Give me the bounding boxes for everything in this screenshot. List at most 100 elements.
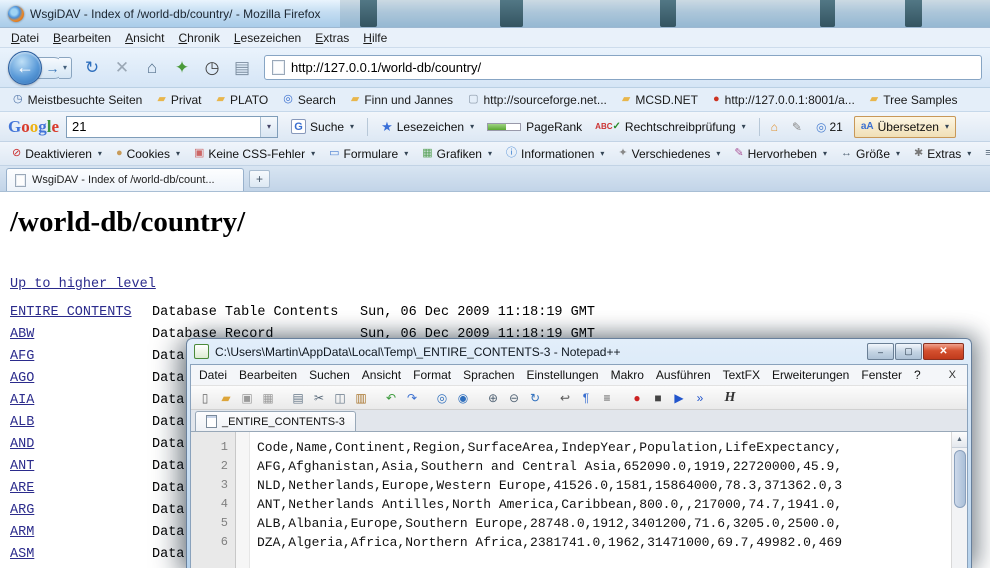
scrollbar-thumb[interactable] (954, 450, 966, 508)
translate-button[interactable]: aA Übersetzen (854, 116, 956, 138)
webdev-menu-item[interactable]: ▦ Grafiken (416, 145, 498, 163)
menu-item[interactable]: Makro (605, 366, 650, 384)
save-icon[interactable]: ▣ (238, 389, 256, 407)
firefox-titlebar[interactable]: WsgiDAV - Index of /world-db/country/ - … (0, 0, 990, 28)
entry-link[interactable]: ARG (10, 503, 152, 518)
entry-link[interactable]: AND (10, 437, 152, 452)
webdev-menu-item[interactable]: ≡ Quellte (979, 145, 990, 163)
close-document-button[interactable]: X (940, 369, 965, 381)
bookmark-item[interactable]: ▰ MCSD.NET (615, 91, 705, 109)
zoom-in-icon[interactable]: ⊕ (484, 389, 502, 407)
paste-icon[interactable]: ▥ (352, 389, 370, 407)
back-button[interactable] (8, 51, 42, 85)
menu-item[interactable]: Bearbeiten (233, 366, 303, 384)
menu-item[interactable]: Ausführen (650, 366, 717, 384)
play-macro-icon[interactable]: ▶ (670, 389, 688, 407)
menu-item[interactable]: Hilfe (356, 29, 394, 47)
show-symbols-icon[interactable]: ¶ (577, 389, 595, 407)
bookmark-item[interactable]: ● http://127.0.0.1:8001/a... (706, 91, 862, 109)
menu-item[interactable]: Fenster (855, 366, 908, 384)
entry-link[interactable]: ALB (10, 415, 152, 430)
entry-link[interactable]: ENTIRE CONTENTS (10, 305, 152, 320)
entry-link[interactable]: AGO (10, 371, 152, 386)
sync-scroll-icon[interactable]: ↻ (526, 389, 544, 407)
webdev-menu-item[interactable]: ✦ Verschiedenes (612, 145, 726, 163)
webdev-menu-item[interactable]: ✎ Hervorheben (728, 145, 833, 163)
webdev-menu-item[interactable]: ▣ Keine CSS-Fehler (188, 145, 321, 163)
up-link[interactable]: Up to higher level (10, 277, 156, 292)
stop-macro-icon[interactable]: ■ (649, 389, 667, 407)
webdev-menu-item[interactable]: ● Cookies (110, 145, 186, 163)
maximize-button[interactable]: ▢ (895, 343, 922, 360)
entry-link[interactable]: AFG (10, 349, 152, 364)
menu-item[interactable]: Format (407, 366, 457, 384)
menu-item[interactable]: Lesezeichen (227, 29, 308, 47)
copy-icon[interactable]: ◫ (331, 389, 349, 407)
spellcheck-button[interactable]: ABC✓ Rechtschreibprüfung (589, 117, 751, 137)
menu-item[interactable]: Ansicht (118, 29, 171, 47)
bookmark-item[interactable]: ▰ Finn und Jannes (344, 91, 460, 109)
find-icon[interactable]: ◎ (433, 389, 451, 407)
entry-link[interactable]: ARM (10, 525, 152, 540)
minimize-button[interactable]: – (867, 343, 894, 360)
close-button[interactable]: ✕ (923, 343, 964, 360)
webdev-menu-item[interactable]: ⊘ Deaktivieren (6, 145, 108, 163)
search-history-dropdown[interactable] (260, 117, 277, 137)
menu-item[interactable]: ? (908, 366, 927, 384)
bookmark-item[interactable]: ▰ Tree Samples (863, 91, 965, 109)
menu-item[interactable]: Datei (193, 366, 233, 384)
bookmark-item[interactable]: ◎ Search (276, 91, 343, 109)
reload-icon[interactable]: ↻ (79, 55, 105, 81)
menu-item[interactable]: Sprachen (457, 366, 520, 384)
menu-item[interactable]: Extras (308, 29, 356, 47)
webdev-menu-item[interactable]: ▭ Formulare (323, 145, 414, 163)
menu-item[interactable]: TextFX (717, 366, 766, 384)
record-macro-icon[interactable]: ● (628, 389, 646, 407)
entry-link[interactable]: ABW (10, 327, 152, 342)
find-count-icon[interactable]: ◎ 21 (812, 118, 847, 136)
scroll-up-button[interactable] (952, 432, 968, 448)
new-tab-button[interactable]: + (249, 170, 270, 188)
editor-tab[interactable]: _ENTIRE_CONTENTS-3 (195, 411, 356, 431)
entry-link[interactable]: ARE (10, 481, 152, 496)
bookmark-item[interactable]: ▰ Privat (150, 91, 208, 109)
menu-item[interactable]: Einstellungen (521, 366, 605, 384)
menu-item[interactable]: Suchen (303, 366, 356, 384)
editor-scrollbar[interactable] (951, 432, 967, 568)
bookmark-item[interactable]: ▢ http://sourceforge.net... (461, 91, 614, 109)
webdev-menu-item[interactable]: ⓘ Informationen (500, 145, 610, 163)
bookmark-item[interactable]: ◷ Meistbesuchte Seiten (6, 91, 149, 109)
history-clock-icon[interactable]: ◷ (199, 55, 225, 81)
indent-guide-icon[interactable]: ≡ (598, 389, 616, 407)
undo-icon[interactable]: ↶ (382, 389, 400, 407)
print-icon[interactable]: ▤ (229, 55, 255, 81)
menu-item[interactable]: Erweiterungen (766, 366, 855, 384)
home-icon[interactable]: ⌂ (139, 55, 165, 81)
html-preview-icon[interactable]: H (721, 389, 739, 407)
open-file-icon[interactable]: ▰ (217, 389, 235, 407)
highlight-pen-icon[interactable]: ✎ (788, 118, 809, 136)
browser-tab[interactable]: WsgiDAV - Index of /world-db/count... (6, 168, 244, 191)
print-icon[interactable]: ▤ (289, 389, 307, 407)
menu-item[interactable]: Bearbeiten (46, 29, 118, 47)
run-multiple-icon[interactable]: » (691, 389, 709, 407)
pagerank-indicator[interactable]: PageRank (487, 120, 582, 134)
google-search-input[interactable] (67, 117, 260, 137)
google-search-button[interactable]: G Suche (285, 116, 360, 137)
entry-link[interactable]: AIA (10, 393, 152, 408)
menu-item[interactable]: Datei (4, 29, 46, 47)
cut-icon[interactable]: ✂ (310, 389, 328, 407)
replace-icon[interactable]: ◉ (454, 389, 472, 407)
entry-link[interactable]: ASM (10, 547, 152, 562)
feed-icon[interactable]: ✦ (169, 55, 195, 81)
bookmarks-menu-button[interactable]: ★ Lesezeichen (375, 116, 480, 138)
stop-icon[interactable]: ✕ (109, 55, 135, 81)
menu-item[interactable]: Ansicht (356, 366, 407, 384)
redo-icon[interactable]: ↷ (403, 389, 421, 407)
zoom-out-icon[interactable]: ⊖ (505, 389, 523, 407)
notepad-titlebar[interactable]: C:\Users\Martin\AppData\Local\Temp\_ENTI… (187, 339, 971, 364)
editor-area[interactable]: 1 Code,Name,Continent,Region,SurfaceArea… (191, 432, 967, 568)
url-input[interactable] (291, 60, 974, 75)
word-wrap-icon[interactable]: ↩ (556, 389, 574, 407)
entry-link[interactable]: ANT (10, 459, 152, 474)
